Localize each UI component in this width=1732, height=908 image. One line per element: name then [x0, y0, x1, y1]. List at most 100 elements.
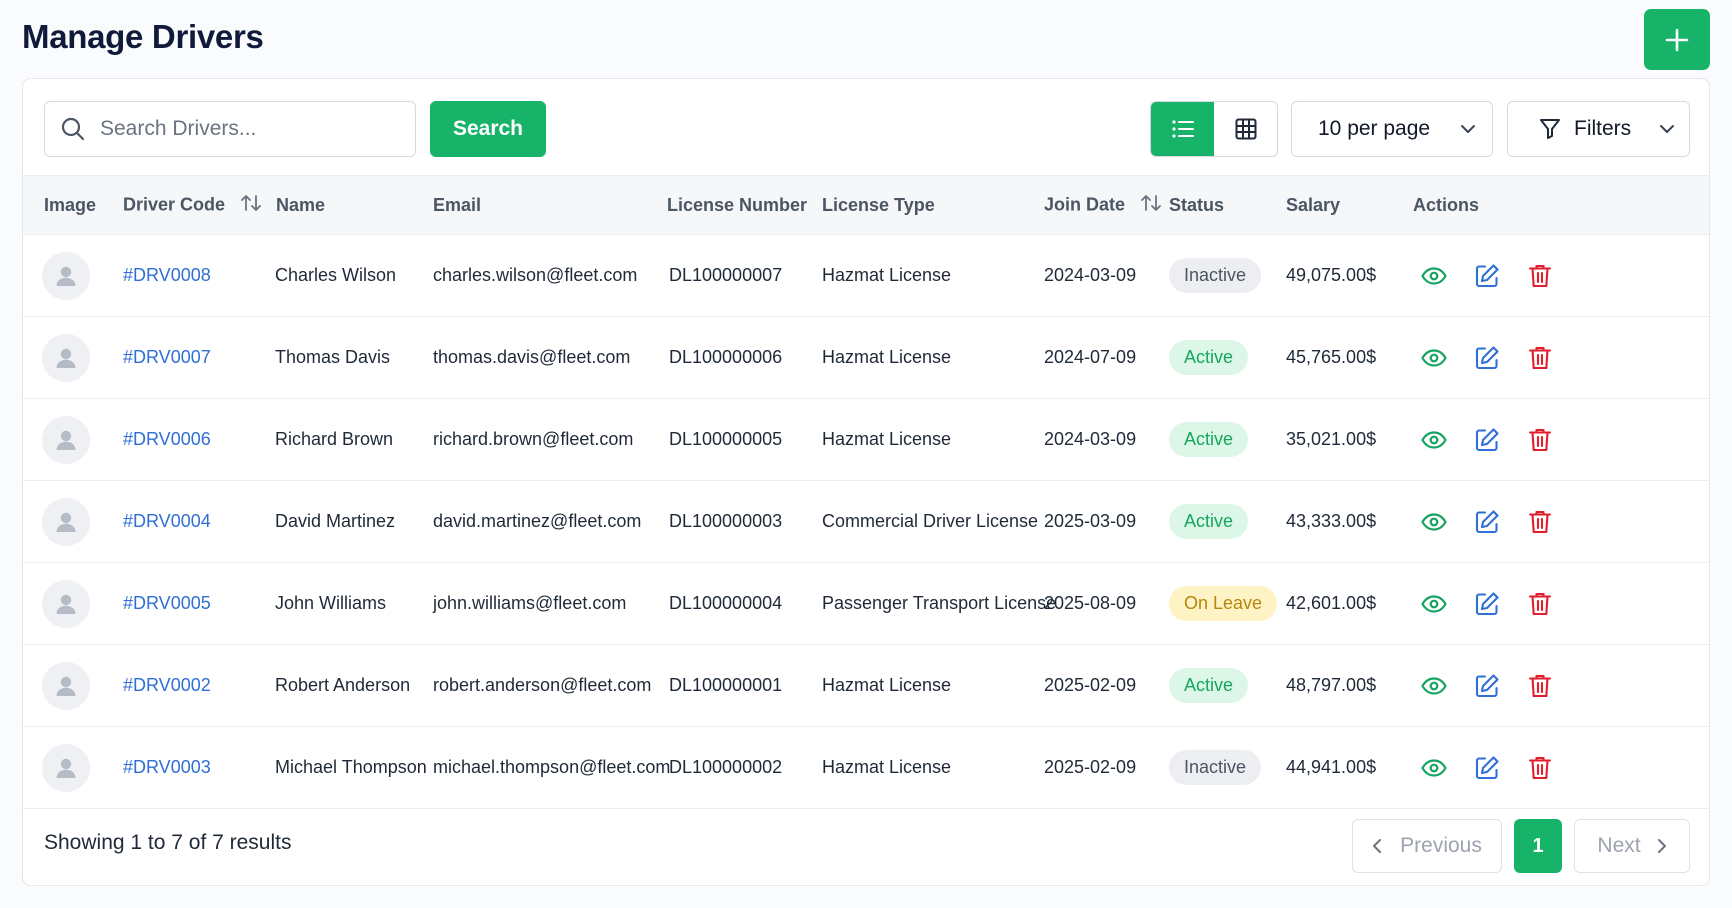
avatar: [42, 497, 90, 546]
eye-icon: [1421, 758, 1447, 777]
driver-code-link[interactable]: #DRV0002: [123, 675, 211, 695]
cell-status: On Leave: [1169, 563, 1286, 645]
cell-join-date: 2025-08-09: [1044, 593, 1137, 613]
edit-button[interactable]: [1473, 672, 1501, 700]
per-page-value: 10 per page: [1318, 117, 1431, 140]
cell-name: Richard Brown: [275, 429, 394, 449]
edit-button[interactable]: [1473, 262, 1501, 290]
view-button[interactable]: [1420, 754, 1448, 782]
cell-name: David Martinez: [275, 511, 396, 531]
col-driver-code[interactable]: Driver Code: [123, 175, 275, 235]
driver-code-link[interactable]: #DRV0004: [123, 511, 211, 531]
view-button[interactable]: [1420, 344, 1448, 372]
previous-button[interactable]: Previous: [1352, 819, 1502, 873]
edit-button[interactable]: [1473, 344, 1501, 372]
delete-button[interactable]: [1526, 754, 1554, 782]
per-page-select[interactable]: 10 per page: [1291, 101, 1493, 157]
user-avatar-icon: [56, 266, 76, 286]
next-label: Next: [1597, 834, 1641, 857]
cell-license-type: Passenger Transport License: [822, 593, 1057, 613]
cell-name: Michael Thompson: [275, 757, 427, 777]
cell-driver-code: #DRV0006: [123, 399, 275, 481]
view-button[interactable]: [1420, 426, 1448, 454]
table-row: #DRV0007 Thomas Davis thomas.davis@fleet.c…: [23, 317, 1709, 399]
sort-icon[interactable]: [240, 193, 262, 218]
cell-salary: 48,797.00$: [1286, 675, 1377, 695]
cell-status: Active: [1169, 645, 1286, 727]
col-image: Image: [23, 175, 123, 235]
edit-button[interactable]: [1473, 508, 1501, 536]
user-avatar-icon: [56, 430, 76, 450]
cell-join-date: 2025-03-09: [1044, 511, 1137, 531]
cell-salary: 42,601.00$: [1286, 593, 1377, 613]
cell-actions: [1412, 645, 1709, 727]
cell-email: robert.anderson@fleet.com: [433, 675, 652, 695]
results-summary: Showing 1 to 7 of 7 results: [44, 831, 292, 854]
col-join-date[interactable]: Join Date: [1044, 175, 1169, 235]
view-button[interactable]: [1420, 508, 1448, 536]
cell-driver-code: #DRV0003: [123, 727, 275, 809]
search-icon: [60, 116, 86, 142]
driver-code-link[interactable]: #DRV0007: [123, 347, 211, 367]
cell-status: Inactive: [1169, 235, 1286, 317]
filters-button[interactable]: Filters: [1507, 101, 1690, 157]
view-button[interactable]: [1420, 590, 1448, 618]
eye-icon: [1421, 348, 1447, 367]
edit-icon: [1475, 345, 1499, 369]
delete-button[interactable]: [1526, 508, 1554, 536]
col-driver-code-label: Driver Code: [123, 193, 226, 214]
drivers-table: Image Driver Code Name Email License Num…: [23, 175, 1709, 809]
cell-license-number: DL100000001: [669, 675, 783, 695]
sort-icon[interactable]: [1140, 193, 1162, 218]
driver-code-link[interactable]: #DRV0003: [123, 757, 211, 777]
drivers-card: Search 10 per page: [22, 78, 1710, 886]
cell-name: Thomas Davis: [275, 347, 391, 367]
edit-icon: [1475, 673, 1499, 697]
edit-button[interactable]: [1473, 426, 1501, 454]
delete-button[interactable]: [1526, 344, 1554, 372]
delete-button[interactable]: [1526, 590, 1554, 618]
status-badge: Active: [1169, 668, 1249, 703]
search-box[interactable]: [44, 101, 416, 157]
col-status: Status: [1169, 175, 1286, 235]
cell-image: [23, 563, 123, 645]
cell-license-type: Hazmat License: [822, 429, 952, 449]
cell-salary: 43,333.00$: [1286, 511, 1377, 531]
col-join-date-label: Join Date: [1044, 193, 1126, 214]
page-1-button[interactable]: 1: [1514, 819, 1562, 873]
driver-code-link[interactable]: #DRV0006: [123, 429, 211, 449]
edit-button[interactable]: [1473, 754, 1501, 782]
cell-join-date: 2024-03-09: [1044, 265, 1137, 285]
list-view-button[interactable]: [1151, 102, 1214, 156]
add-driver-button[interactable]: [1644, 9, 1710, 70]
delete-button[interactable]: [1526, 426, 1554, 454]
view-button[interactable]: [1420, 672, 1448, 700]
eye-icon: [1421, 512, 1447, 531]
view-button[interactable]: [1420, 262, 1448, 290]
avatar: [42, 743, 90, 792]
cell-driver-code: #DRV0002: [123, 645, 275, 727]
status-badge: Active: [1169, 504, 1249, 539]
delete-button[interactable]: [1526, 262, 1554, 290]
cell-salary: 44,941.00$: [1286, 757, 1377, 777]
grid-view-icon: [1235, 118, 1256, 140]
avatar: [42, 661, 90, 710]
cell-email: michael.thompson@fleet.com: [433, 757, 671, 777]
status-badge: Inactive: [1169, 750, 1262, 785]
filters-label: Filters: [1574, 117, 1632, 140]
driver-code-link[interactable]: #DRV0005: [123, 593, 211, 613]
search-button[interactable]: Search: [430, 101, 546, 157]
next-button[interactable]: Next: [1574, 819, 1690, 873]
cell-email: richard.brown@fleet.com: [433, 429, 634, 449]
driver-code-link[interactable]: #DRV0008: [123, 265, 211, 285]
eye-icon: [1421, 594, 1447, 613]
chevron-down-icon: [1660, 125, 1674, 133]
cell-join-date: 2025-02-09: [1044, 675, 1137, 695]
cell-name: Charles Wilson: [275, 265, 397, 285]
delete-button[interactable]: [1526, 672, 1554, 700]
eye-icon: [1421, 676, 1447, 695]
search-input[interactable]: [100, 117, 390, 141]
edit-button[interactable]: [1473, 590, 1501, 618]
grid-view-button[interactable]: [1214, 102, 1277, 156]
cell-actions: [1412, 727, 1709, 809]
